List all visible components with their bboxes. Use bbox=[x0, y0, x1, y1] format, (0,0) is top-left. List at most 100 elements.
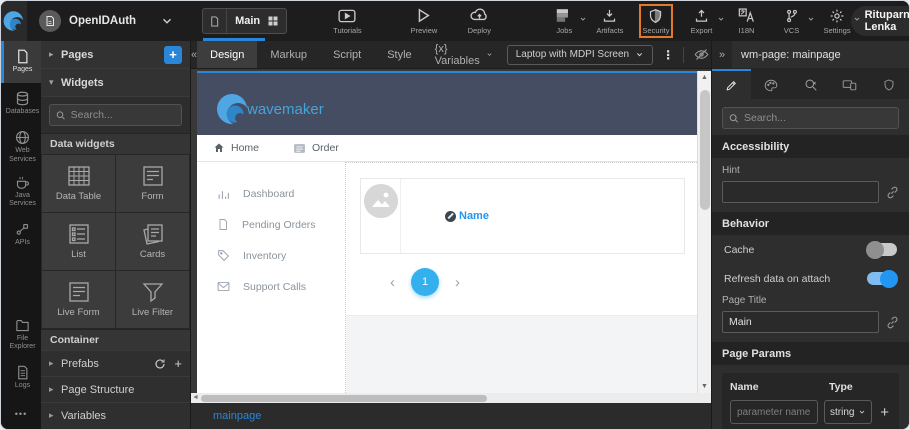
menu-item-pending-orders[interactable]: Pending Orders bbox=[197, 209, 345, 240]
canvas-brand: wavemaker bbox=[213, 89, 324, 129]
tab-security[interactable] bbox=[870, 69, 909, 99]
widget-data-table[interactable]: Data Table bbox=[42, 155, 115, 212]
jobs-button[interactable]: Jobs bbox=[551, 7, 577, 35]
hint-input[interactable] bbox=[722, 181, 879, 203]
tab-styles[interactable] bbox=[751, 69, 790, 99]
menu-item-inventory[interactable]: Inventory bbox=[197, 240, 345, 271]
widget-search[interactable] bbox=[49, 104, 182, 126]
horizontal-scroll-thumb[interactable] bbox=[201, 395, 487, 402]
prefabs-accordion[interactable]: ▸ Prefabs + bbox=[41, 350, 190, 376]
binding-icon bbox=[445, 211, 456, 222]
properties-search[interactable] bbox=[722, 107, 899, 129]
scroll-up-arrow[interactable]: ▲ bbox=[701, 71, 708, 84]
tutorials-button[interactable]: Tutorials bbox=[333, 7, 361, 35]
shield-outline-icon bbox=[883, 78, 895, 92]
add-prefab-button[interactable]: + bbox=[174, 356, 182, 371]
widget-search-input[interactable] bbox=[71, 109, 175, 121]
pages-accordion[interactable]: ▸ Pages + bbox=[41, 41, 190, 69]
canvas-empty-area bbox=[346, 315, 697, 393]
widget-live-form[interactable]: Live Form bbox=[42, 271, 115, 328]
canvas-page[interactable]: wavemaker Home Order bbox=[197, 71, 697, 393]
tab-design[interactable]: Design bbox=[197, 41, 257, 68]
canvas-vertical-scrollbar[interactable]: ▲ ▼ bbox=[697, 71, 711, 393]
vcs-button[interactable]: VCS bbox=[779, 7, 805, 35]
rail-item-java-services[interactable]: Java Services bbox=[1, 170, 41, 215]
nav-item-home[interactable]: Home bbox=[213, 142, 259, 154]
pagination-next-icon[interactable]: › bbox=[455, 274, 460, 291]
deploy-button[interactable]: Deploy bbox=[466, 7, 492, 35]
variables-accordion[interactable]: ▸ Variables bbox=[41, 402, 190, 428]
page-structure-accordion[interactable]: ▸ Page Structure bbox=[41, 376, 190, 402]
device-preview-dropdown[interactable]: Laptop with MDPI Screen bbox=[507, 45, 653, 65]
refresh-prefabs-icon[interactable] bbox=[154, 358, 166, 370]
list-item-card[interactable]: Name bbox=[360, 178, 685, 254]
tab-inspector[interactable] bbox=[791, 69, 830, 99]
security-button[interactable]: Security bbox=[642, 7, 669, 35]
caret-right-icon: ▸ bbox=[49, 358, 61, 369]
page-title-input[interactable] bbox=[722, 311, 879, 333]
widget-live-filter[interactable]: Live Filter bbox=[116, 271, 189, 328]
rail-item-databases[interactable]: Databases bbox=[1, 83, 41, 125]
pagination-prev-icon[interactable]: ‹ bbox=[390, 274, 395, 291]
param-type-select[interactable]: string bbox=[824, 400, 872, 424]
scroll-down-arrow[interactable]: ▼ bbox=[701, 380, 708, 393]
properties-search-input[interactable] bbox=[744, 112, 892, 124]
rail-item-apis[interactable]: APIs bbox=[1, 214, 41, 256]
i18n-button[interactable]: I18N bbox=[734, 7, 760, 35]
artifacts-button[interactable]: Artifacts bbox=[596, 7, 623, 35]
project-icon bbox=[39, 10, 61, 32]
refresh-data-toggle[interactable] bbox=[867, 272, 897, 285]
bind-property-link-icon[interactable] bbox=[886, 316, 899, 329]
bar-chart-icon bbox=[217, 188, 230, 200]
folder-icon bbox=[15, 318, 30, 333]
page-title-field-group: Page Title bbox=[712, 293, 909, 342]
rail-spacer bbox=[1, 256, 41, 313]
page-list-grid-icon[interactable] bbox=[260, 9, 286, 33]
param-name-input[interactable] bbox=[730, 400, 818, 424]
footer-tab-mainpage[interactable]: mainpage bbox=[213, 410, 261, 422]
add-param-button[interactable]: + bbox=[878, 404, 891, 421]
scroll-left-arrow[interactable]: ◄ bbox=[192, 393, 199, 403]
pagination-current-page[interactable]: 1 bbox=[411, 268, 439, 296]
left-rail: Pages Databases Web Services Java Servic… bbox=[1, 41, 41, 429]
cache-toggle[interactable] bbox=[867, 243, 897, 256]
hide-widgets-eye-off-icon[interactable] bbox=[694, 48, 709, 61]
widget-form[interactable]: Form bbox=[116, 155, 189, 212]
tab-devices[interactable] bbox=[830, 69, 869, 99]
widgets-accordion[interactable]: ▾ Widgets bbox=[41, 69, 190, 97]
expand-right-panel-button[interactable]: » bbox=[712, 41, 732, 68]
project-switcher[interactable]: OpenIDAuth bbox=[39, 10, 136, 32]
widget-cards[interactable]: Cards bbox=[116, 213, 189, 270]
rail-item-file-explorer[interactable]: File Explorer bbox=[1, 313, 41, 358]
add-page-button[interactable]: + bbox=[164, 46, 182, 64]
center-area: « Design Markup Script Style {x} Variabl… bbox=[191, 41, 711, 429]
settings-button[interactable]: Settings bbox=[824, 7, 851, 35]
page-tab-main[interactable]: Main bbox=[202, 8, 287, 34]
tab-markup[interactable]: Markup bbox=[257, 41, 320, 68]
menu-item-dashboard[interactable]: Dashboard bbox=[197, 178, 345, 209]
preview-button[interactable]: Preview bbox=[411, 7, 438, 35]
canvas-horizontal-scrollbar[interactable]: ◄ bbox=[191, 393, 711, 403]
tab-style[interactable]: Style bbox=[374, 41, 424, 68]
rail-more-button[interactable]: ••• bbox=[1, 399, 41, 429]
project-chevron-down-icon[interactable] bbox=[160, 14, 174, 28]
bind-property-link-icon[interactable] bbox=[886, 186, 899, 199]
name-link[interactable]: Name bbox=[445, 210, 489, 222]
cache-toggle-row: Cache bbox=[712, 235, 909, 264]
tab-script[interactable]: Script bbox=[320, 41, 374, 68]
nav-item-order[interactable]: Order bbox=[293, 142, 339, 154]
canvas-list-region[interactable]: Name ‹ 1 › bbox=[345, 162, 697, 393]
widget-list[interactable]: List bbox=[42, 213, 115, 270]
export-button[interactable]: Export bbox=[689, 7, 715, 35]
canvas-app-header[interactable]: wavemaker bbox=[197, 73, 697, 135]
rail-item-web-services[interactable]: Web Services bbox=[1, 125, 41, 170]
variables-dropdown[interactable]: {x} Variables bbox=[425, 43, 503, 67]
menu-item-support-calls[interactable]: Support Calls bbox=[197, 271, 345, 302]
rail-item-logs[interactable]: Logs bbox=[1, 357, 41, 399]
rail-item-pages[interactable]: Pages bbox=[1, 41, 41, 83]
more-options-kebab-icon[interactable]: ⋮ bbox=[653, 48, 683, 62]
tab-properties[interactable] bbox=[712, 69, 751, 99]
magnifier-x-icon bbox=[804, 78, 818, 92]
vertical-scroll-thumb[interactable] bbox=[700, 90, 710, 210]
gear-icon bbox=[829, 7, 845, 24]
